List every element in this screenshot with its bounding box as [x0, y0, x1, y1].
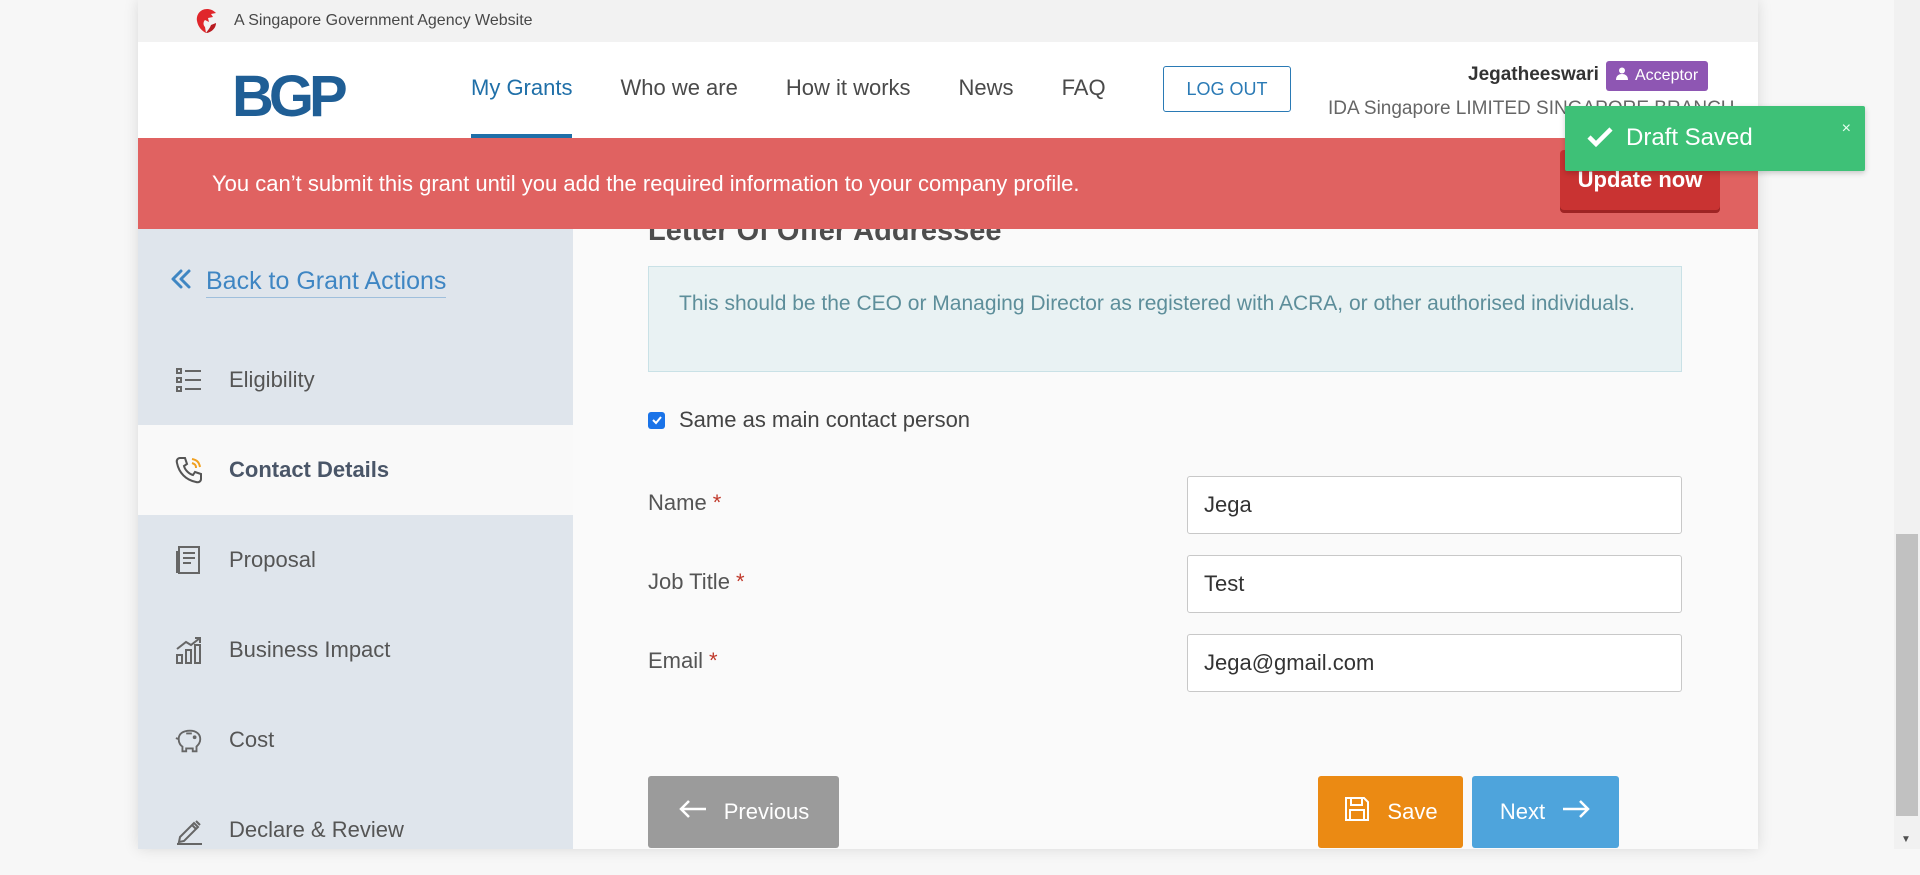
- site-header: BGP My Grants Who we are How it works Ne…: [138, 42, 1758, 138]
- save-label: Save: [1387, 799, 1438, 824]
- nav-how-it-works[interactable]: How it works: [786, 42, 911, 138]
- scrollbar-thumb[interactable]: [1896, 534, 1918, 816]
- name-input[interactable]: Jega: [1187, 476, 1682, 534]
- grant-sidebar: Back to Grant Actions Eligibility Contac…: [138, 229, 573, 849]
- name-label: Name *: [648, 490, 722, 515]
- name-field-row: Name * Jega: [648, 476, 1682, 534]
- check-icon: [1587, 126, 1613, 153]
- toast-message: Draft Saved: [1626, 124, 1753, 151]
- nav-faq[interactable]: FAQ: [1062, 42, 1106, 138]
- gov-masthead: A Singapore Government Agency Website: [138, 0, 1758, 42]
- sidebar-item-label: Contact Details: [229, 457, 390, 482]
- previous-label: Previous: [723, 799, 810, 824]
- email-label: Email *: [648, 648, 718, 673]
- role-label: Acceptor: [1635, 67, 1699, 84]
- arrow-right-icon: [1561, 799, 1591, 825]
- checkbox-label: Same as main contact person: [679, 407, 971, 432]
- save-button[interactable]: Save: [1318, 776, 1463, 848]
- arrow-left-icon: [678, 799, 708, 825]
- draft-saved-toast: Draft Saved ×: [1565, 106, 1865, 171]
- next-button[interactable]: Next: [1472, 776, 1619, 848]
- previous-button[interactable]: Previous: [648, 776, 839, 848]
- bgp-logo[interactable]: BGP: [232, 68, 348, 126]
- sidebar-item-cost[interactable]: Cost: [138, 695, 573, 785]
- main-content: Letter Of Offer Addressee This should be…: [573, 229, 1758, 849]
- floppy-disk-icon: [1343, 795, 1371, 829]
- nav-my-grants[interactable]: My Grants: [471, 42, 573, 138]
- user-icon: [1616, 67, 1628, 85]
- close-icon[interactable]: ×: [1842, 120, 1851, 138]
- user-name: Jegatheeswari: [1468, 64, 1599, 85]
- sidebar-item-eligibility[interactable]: Eligibility: [138, 335, 573, 425]
- sidebar-item-contact-details[interactable]: Contact Details: [138, 425, 573, 515]
- profile-alert-banner: You can’t submit this grant until you ad…: [138, 138, 1758, 229]
- sidebar-item-proposal[interactable]: Proposal: [138, 515, 573, 605]
- alert-message: You can’t submit this grant until you ad…: [212, 171, 1080, 196]
- lion-head-icon: [194, 7, 220, 35]
- logout-button[interactable]: LOG OUT: [1163, 66, 1291, 112]
- sidebar-item-label: Cost: [229, 727, 275, 752]
- sidebar-item-label: Proposal: [229, 547, 316, 572]
- list-icon: [174, 365, 204, 395]
- email-field-row: Email * Jega@gmail.com: [648, 634, 1682, 692]
- job-title-label: Job Title *: [648, 569, 745, 594]
- page-scrollbar[interactable]: ▼: [1894, 0, 1920, 849]
- job-title-field-row: Job Title * Test: [648, 555, 1682, 613]
- next-label: Next: [1499, 799, 1546, 824]
- gov-masthead-text: A Singapore Government Agency Website: [234, 12, 533, 29]
- scroll-down-arrow-icon[interactable]: ▼: [1901, 834, 1911, 845]
- sidebar-item-label: Eligibility: [229, 367, 315, 392]
- document-icon: [174, 545, 204, 575]
- page-container: A Singapore Government Agency Website BG…: [138, 0, 1758, 849]
- sidebar-item-label: Business Impact: [229, 637, 391, 662]
- role-badge: Acceptor: [1606, 61, 1709, 91]
- same-as-main-contact-row[interactable]: Same as main contact person: [648, 407, 970, 433]
- email-input[interactable]: Jega@gmail.com: [1187, 634, 1682, 692]
- main-nav: My Grants Who we are How it works News F…: [471, 42, 1154, 138]
- double-chevron-left-icon: [170, 268, 192, 297]
- nav-who-we-are[interactable]: Who we are: [620, 42, 737, 138]
- sidebar-item-label: Declare & Review: [229, 817, 404, 842]
- info-box: This should be the CEO or Managing Direc…: [648, 266, 1682, 372]
- sidebar-item-declare-review[interactable]: Declare & Review: [138, 785, 573, 875]
- phone-icon: [174, 455, 204, 485]
- back-link-label: Back to Grant Actions: [206, 267, 447, 298]
- pen-icon: [174, 815, 204, 845]
- back-to-grant-actions-link[interactable]: Back to Grant Actions: [170, 267, 447, 298]
- sidebar-item-business-impact[interactable]: Business Impact: [138, 605, 573, 695]
- same-as-main-contact-checkbox[interactable]: [648, 411, 665, 429]
- bar-chart-icon: [174, 635, 204, 665]
- nav-news[interactable]: News: [959, 42, 1014, 138]
- section-title: Letter Of Offer Addressee: [648, 229, 1002, 247]
- job-title-input[interactable]: Test: [1187, 555, 1682, 613]
- piggy-bank-icon: [174, 725, 204, 755]
